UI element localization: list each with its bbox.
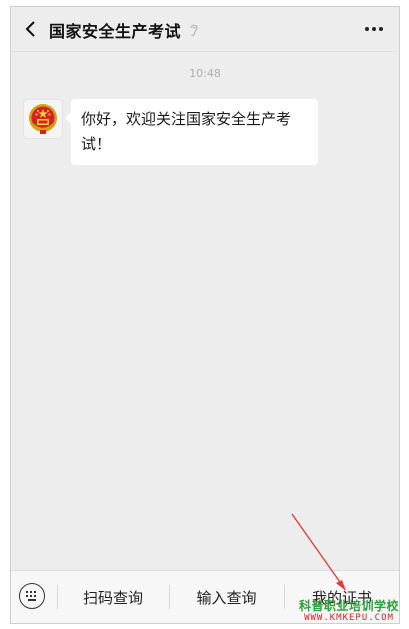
- top-bar: 国家安全生产考试: [11, 7, 399, 52]
- more-dot: [365, 27, 369, 31]
- chevron-left-icon: [25, 21, 35, 37]
- message-timestamp: 10:48: [189, 67, 221, 80]
- ear-icon: [190, 24, 198, 36]
- menu-scan-query[interactable]: 扫码查询: [58, 571, 168, 623]
- watermark-url: WWW.KMKEPU.COM: [304, 613, 394, 623]
- watermark: 科普职业培训学校 WWW.KMKEPU.COM: [299, 599, 399, 623]
- keyboard-toggle-button[interactable]: [19, 583, 45, 609]
- chat-window: 国家安全生产考试 10:48 你好，欢迎关注国家安全生产考试！ 扫码查询 输入查…: [10, 6, 400, 624]
- avatar[interactable]: [23, 99, 63, 139]
- more-button[interactable]: [361, 19, 387, 39]
- more-dot: [379, 27, 383, 31]
- menu-input-query[interactable]: 输入查询: [170, 571, 283, 623]
- message-bubble[interactable]: 你好，欢迎关注国家安全生产考试！: [65, 99, 318, 165]
- watermark-main: 科普职业培训学校: [298, 599, 399, 613]
- national-emblem-icon: [29, 104, 57, 134]
- keyboard-icon: [26, 591, 38, 601]
- page-title: 国家安全生产考试: [49, 22, 182, 41]
- back-button[interactable]: [17, 15, 45, 43]
- more-dot: [372, 27, 376, 31]
